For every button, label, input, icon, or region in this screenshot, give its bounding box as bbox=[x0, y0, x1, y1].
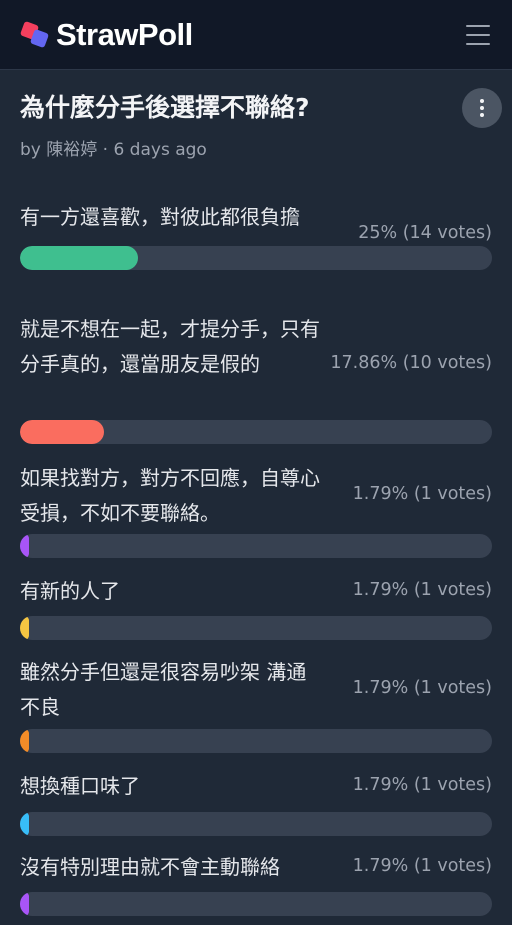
option-label: 如果找對方，對方不回應，自尊心受損，不如不要聯絡。 bbox=[20, 466, 320, 525]
poll-header: 為什麼分手後選擇不聯絡? by 陳裕婷 · 6 days ago bbox=[0, 70, 512, 164]
vote-progress-bar bbox=[20, 892, 492, 916]
option-label: 雖然分手但還是很容易吵架 溝通不良 bbox=[20, 660, 307, 719]
option-vote-stat: 17.86% (10 votes) bbox=[330, 352, 492, 373]
vote-progress-bar bbox=[20, 246, 492, 270]
more-options-icon[interactable] bbox=[462, 88, 502, 128]
hamburger-menu-icon[interactable] bbox=[466, 24, 490, 45]
vote-progress-fill bbox=[20, 812, 29, 836]
poll-option: 有新的人了 1.79% (1 votes) bbox=[20, 574, 492, 640]
poll-results: 有一方還喜歡，對彼此都很負擔 25% (14 votes) 就是不想在一起，才提分手… bbox=[0, 164, 512, 924]
vote-progress-bar bbox=[20, 420, 492, 444]
poll-option: 想換種口味了 1.79% (1 votes) bbox=[20, 769, 492, 836]
vote-progress-fill bbox=[20, 729, 29, 753]
option-vote-stat: 1.79% (1 votes) bbox=[352, 855, 492, 876]
option-vote-stat: 1.79% (1 votes) bbox=[352, 678, 492, 698]
option-label: 有新的人了 bbox=[20, 579, 120, 603]
top-nav: StrawPoll bbox=[0, 0, 512, 70]
poll-option: 有一方還喜歡，對彼此都很負擔 25% (14 votes) bbox=[20, 200, 492, 270]
vote-progress-bar bbox=[20, 729, 492, 753]
option-vote-stat: 1.79% (1 votes) bbox=[352, 484, 492, 504]
option-vote-stat: 1.79% (1 votes) bbox=[352, 774, 492, 795]
vote-progress-fill bbox=[20, 616, 29, 640]
vote-progress-bar bbox=[20, 534, 492, 558]
option-label: 就是不想在一起，才提分手，只有分手真的，還當朋友是假的 bbox=[20, 317, 320, 376]
vote-progress-fill bbox=[20, 420, 104, 444]
option-label: 沒有特別理由就不會主動聯絡 bbox=[20, 855, 280, 879]
strawpoll-logo-icon bbox=[20, 21, 49, 47]
brand-name: StrawPoll bbox=[56, 16, 193, 52]
vote-progress-bar bbox=[20, 812, 492, 836]
vote-progress-fill bbox=[20, 892, 29, 916]
poll-byline: by 陳裕婷 · 6 days ago bbox=[20, 140, 207, 160]
vote-progress-bar bbox=[20, 616, 492, 640]
poll-title: 為什麼分手後選擇不聯絡? bbox=[20, 93, 310, 122]
vote-progress-fill bbox=[20, 534, 29, 558]
poll-option: 沒有特別理由就不會主動聯絡 1.79% (1 votes) bbox=[20, 850, 492, 916]
poll-option: 雖然分手但還是很容易吵架 溝通不良 1.79% (1 votes) bbox=[20, 655, 492, 753]
poll-option: 如果找對方，對方不回應，自尊心受損，不如不要聯絡。 1.79% (1 votes) bbox=[20, 461, 492, 558]
vote-progress-fill bbox=[20, 246, 138, 270]
option-label: 有一方還喜歡，對彼此都很負擔 bbox=[20, 205, 300, 229]
option-vote-stat: 1.79% (1 votes) bbox=[352, 579, 492, 600]
option-label: 想換種口味了 bbox=[20, 774, 140, 798]
option-vote-stat: 25% (14 votes) bbox=[358, 223, 492, 243]
strawpoll-logo[interactable]: StrawPoll bbox=[20, 17, 193, 53]
poll-option: 就是不想在一起，才提分手，只有分手真的，還當朋友是假的 17.86% (10 vo… bbox=[20, 312, 492, 444]
